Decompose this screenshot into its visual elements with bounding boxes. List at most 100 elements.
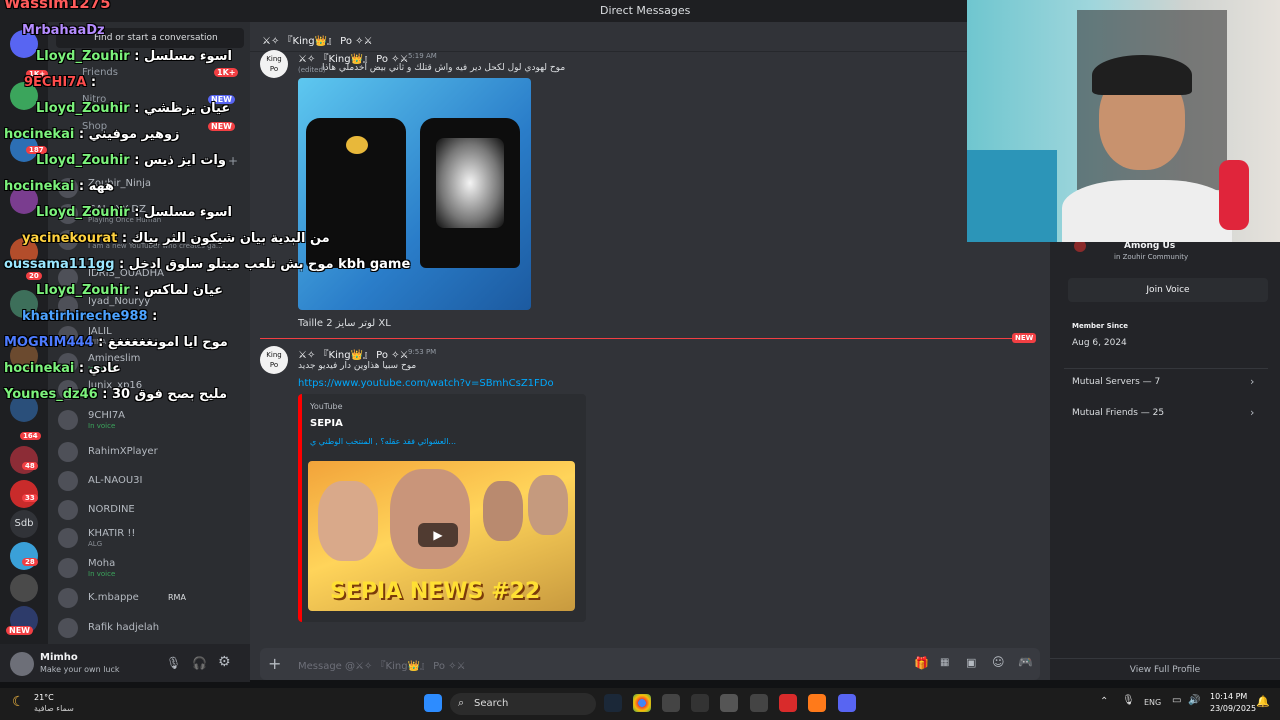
server-icon-text[interactable]: Sdb	[10, 510, 38, 538]
chat-user: oussama111gg	[4, 257, 115, 272]
clock-time[interactable]: 10:14 PM	[1210, 692, 1247, 701]
app-icon[interactable]	[750, 694, 768, 712]
language-indicator[interactable]: ENG	[1144, 698, 1161, 707]
app-icon[interactable]	[720, 694, 738, 712]
mic-icon[interactable]: 🎙	[1122, 695, 1135, 706]
gif-icon[interactable]: ▦	[940, 657, 949, 668]
dm-item[interactable]: K.mbappe RMA	[58, 586, 248, 610]
start-icon[interactable]	[424, 694, 442, 712]
opera-icon[interactable]	[779, 694, 797, 712]
sticker-icon[interactable]: ▣	[966, 656, 976, 669]
chat-user: 9ECHI7A	[24, 75, 87, 90]
mutual-servers-row[interactable]: Mutual Servers — 7 ›	[1064, 368, 1268, 394]
chat-user: Lloyd_Zouhir	[36, 49, 130, 64]
video-thumbnail[interactable]: ▶ SEPIA NEWS #22	[308, 461, 575, 611]
chevron-right-icon: ›	[1250, 375, 1255, 388]
weather-temp[interactable]: 21°C	[34, 693, 54, 702]
link-embed: YouTube SEPIA العشوائي فقد عقله؟ , المنت…	[298, 394, 586, 622]
dm-item[interactable]: AL-NAOU3I	[58, 469, 248, 493]
taskbar-search[interactable]: ⌕ Search	[450, 693, 596, 715]
chat-message: : مليح بصح فوق 30	[102, 387, 228, 402]
chat-message: : من البدية بيان شيكون الثر بياك	[121, 231, 330, 246]
chat-user: Wassim1275	[4, 0, 111, 12]
stream-chat-overlay: Wassim1275 MrbahaaDz Lloyd_Zouhir : اسوء…	[0, 0, 410, 420]
dm-item[interactable]: NORDINE	[58, 498, 248, 522]
composer-placeholder: Message @⚔✧ 『King👑』 Po ✧⚔	[298, 661, 466, 672]
activity-icon[interactable]: 🎮	[1018, 655, 1033, 669]
badge: 33	[22, 494, 38, 502]
chat-message: :	[152, 309, 158, 324]
chat-user: Younes_dz46	[4, 387, 98, 402]
embed-description[interactable]: العشوائي فقد عقله؟ , المنتخب الوطني ي...	[310, 437, 456, 446]
chat-user: hocinekai	[4, 361, 75, 376]
chat-user: hocinekai	[4, 127, 75, 142]
chat-user: Lloyd_Zouhir	[36, 283, 130, 298]
volume-icon[interactable]: 🔊	[1188, 695, 1200, 706]
chat-message: : موح بش تلعب ميتلو سلوق ادخل kbh game	[119, 257, 411, 272]
server-icon[interactable]	[10, 574, 38, 602]
view-full-profile-link[interactable]: View Full Profile	[1050, 658, 1280, 680]
member-since-label: Member Since	[1072, 322, 1128, 330]
webcam-overlay	[967, 0, 1280, 242]
badge: 28	[22, 558, 38, 566]
play-icon[interactable]: ▶	[418, 523, 458, 547]
chat-message: : وات ايز ذيس	[134, 153, 226, 168]
activity-sub: in Zouhir Community	[1114, 253, 1189, 261]
chat-message: : عيان يزظشي	[134, 101, 231, 116]
mutual-friends-row[interactable]: Mutual Friends — 25 ›	[1064, 400, 1268, 426]
thumbnail-title: SEPIA NEWS #22	[330, 579, 541, 604]
dm-item[interactable]: KHATIR !! ALG	[58, 526, 248, 550]
headphones-icon[interactable]: 🎧	[192, 656, 207, 670]
chat-user: Lloyd_Zouhir	[36, 153, 130, 168]
user-panel: Mimho Make your own luck 🎙 🎧 ⚙	[0, 644, 250, 682]
emoji-icon[interactable]: ☺	[992, 655, 1005, 669]
chat-message: : زوهير موفيني	[78, 127, 180, 142]
discord-icon[interactable]	[838, 694, 856, 712]
tshirt-back	[420, 118, 520, 268]
chat-message: :	[90, 75, 97, 90]
weather-desc[interactable]: سماء صافية	[34, 704, 74, 713]
network-icon[interactable]: ▭	[1172, 695, 1181, 706]
taskbar: ☾ 21°C سماء صافية ⌕ Search ⌃ 🎙 ENG ▭ 🔊 1…	[0, 688, 1280, 720]
message-composer[interactable]: + Message @⚔✧ 『King👑』 Po ✧⚔ 🎁 ▦ ▣ ☺ 🎮	[260, 648, 1040, 680]
badge: 164	[20, 432, 41, 440]
chrome-icon[interactable]	[633, 694, 651, 712]
chat-message: : اسوء مسلسل	[134, 49, 232, 64]
new-label: NEW	[1012, 333, 1037, 343]
chat-user: MOGRIM444	[4, 335, 94, 350]
steam-icon[interactable]	[604, 694, 622, 712]
chat-user: hocinekai	[4, 179, 75, 194]
chat-user: MrbahaaDz	[22, 23, 105, 38]
avatar[interactable]	[10, 652, 34, 676]
chat-message: : موح ايا امونغغغغغغ	[98, 335, 228, 350]
chat-message: : عادي	[78, 361, 121, 376]
notification-bell-icon[interactable]: 🔔	[1256, 695, 1270, 708]
chatgpt-icon[interactable]	[691, 694, 709, 712]
user-status: Make your own luck	[40, 665, 120, 674]
dm-item[interactable]: Moha In voice	[58, 556, 248, 580]
weather-icon[interactable]: ☾	[12, 694, 25, 710]
dm-item[interactable]: Rafik hadjelah	[58, 616, 248, 640]
search-icon: ⌕	[458, 696, 465, 709]
settings-gear-icon[interactable]: ⚙	[218, 654, 231, 670]
chevron-up-icon[interactable]: ⌃	[1100, 696, 1108, 707]
dm-item[interactable]: RahimXPlayer	[58, 440, 248, 464]
firefox-icon[interactable]	[808, 694, 826, 712]
new-badge: NEW	[6, 626, 33, 635]
mic-icon[interactable]: 🎙	[166, 656, 181, 670]
chat-message: : اسوء مسلسل	[134, 205, 232, 220]
chat-user: Lloyd_Zouhir	[36, 205, 130, 220]
chat-user: khatirhireche988	[22, 309, 148, 324]
message-time: 5:19 AM	[408, 52, 437, 60]
badge: 48	[22, 462, 38, 470]
join-voice-button[interactable]: Join Voice	[1068, 278, 1268, 302]
chat-user: yacinekourat	[22, 231, 118, 246]
chevron-right-icon: ›	[1250, 406, 1255, 419]
message-time: 9:53 PM	[408, 348, 437, 356]
clock-date[interactable]: 23/09/2025	[1210, 704, 1256, 713]
app-icon[interactable]	[662, 694, 680, 712]
attach-plus-icon[interactable]: +	[268, 654, 281, 673]
chat-message: : ههه	[78, 179, 115, 194]
chat-message: : عيان لماكس	[134, 283, 224, 298]
gift-icon[interactable]: 🎁	[914, 656, 929, 670]
